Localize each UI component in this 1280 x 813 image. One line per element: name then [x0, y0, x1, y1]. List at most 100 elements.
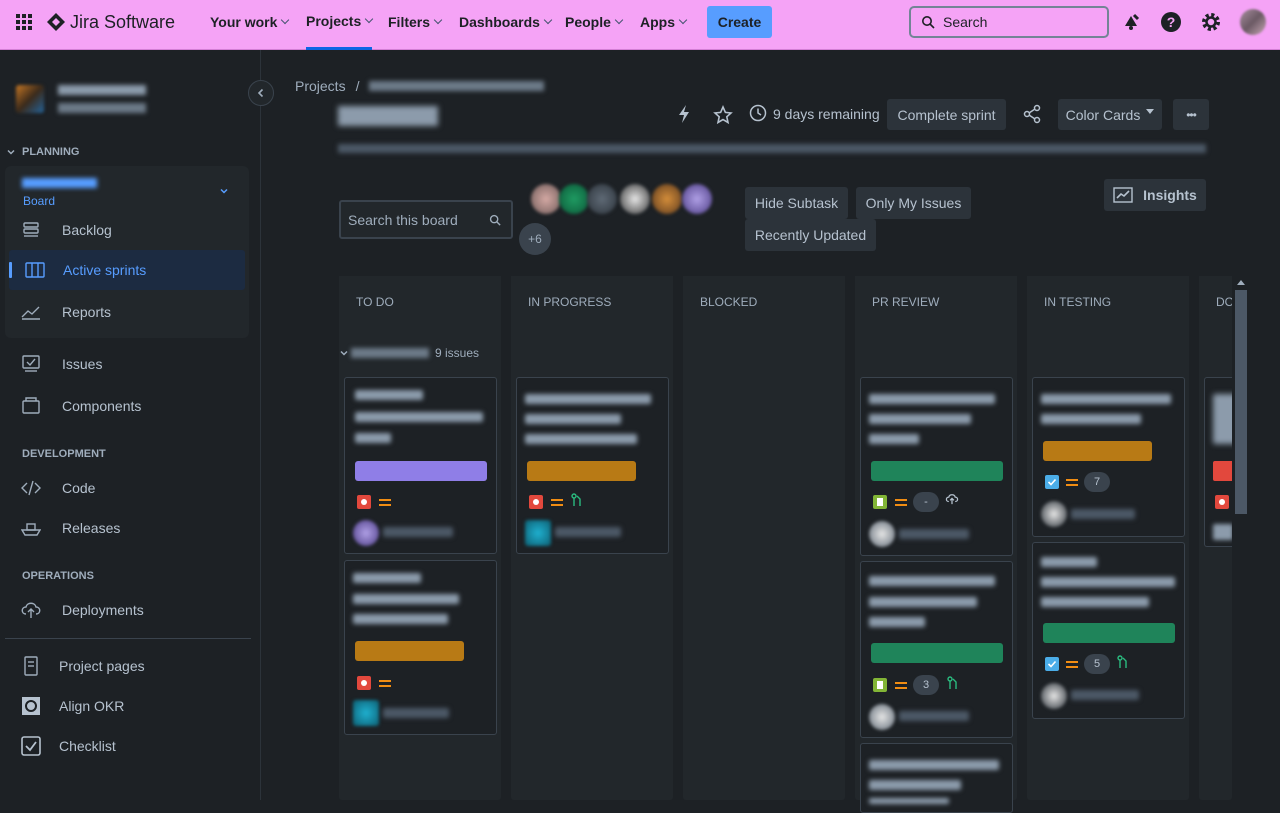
scroll-up-arrow[interactable]: [1237, 280, 1245, 285]
search-box[interactable]: Search: [909, 6, 1109, 38]
issue-card[interactable]: [516, 377, 669, 554]
releases-icon: [20, 520, 42, 536]
page-icon: [20, 656, 42, 676]
sidebar-item-reports[interactable]: Reports: [20, 300, 111, 324]
assignee-avatar[interactable]: [682, 184, 712, 214]
epic-label: [355, 641, 464, 661]
notifications-icon[interactable]: [1121, 12, 1141, 32]
epic-label: [355, 461, 487, 481]
issue-card[interactable]: [860, 743, 1013, 813]
card-title: [869, 760, 999, 770]
sidebar-item-backlog[interactable]: Backlog: [20, 218, 112, 242]
card-title: [1041, 557, 1097, 567]
story-points-badge: 3: [913, 675, 939, 695]
complete-sprint-button[interactable]: Complete sprint: [887, 99, 1006, 130]
nav-filters[interactable]: Filters: [388, 0, 443, 44]
board-search-input[interactable]: Search this board: [339, 200, 513, 239]
card-title: [525, 414, 621, 424]
story-icon: [873, 678, 887, 692]
color-cards-dropdown[interactable]: Color Cards: [1058, 99, 1162, 130]
card-title: [353, 614, 448, 624]
settings-icon[interactable]: [1200, 11, 1222, 33]
backlog-icon: [20, 221, 42, 239]
logo-text: Jira Software: [70, 11, 176, 32]
priority-medium-icon: [551, 499, 563, 506]
nav-apps[interactable]: Apps: [640, 0, 688, 44]
assignee-avatar[interactable]: [620, 184, 650, 214]
issue-card[interactable]: 3: [860, 561, 1013, 738]
chevron-down-icon: [340, 350, 348, 356]
search-placeholder: Search: [943, 14, 988, 30]
sidebar-item-active-sprints[interactable]: Active sprints: [9, 250, 245, 290]
column-header-in-progress: IN PROGRESS: [511, 276, 673, 328]
assignee-avatar[interactable]: [559, 184, 589, 214]
card-title: [525, 434, 637, 444]
assignee-avatar[interactable]: [652, 184, 682, 214]
code-icon: [20, 480, 42, 496]
nav-projects[interactable]: Projects: [306, 0, 374, 50]
nav-people[interactable]: People: [565, 0, 624, 44]
create-button[interactable]: Create: [707, 6, 772, 38]
insights-button[interactable]: Insights: [1104, 179, 1206, 211]
sidebar-item-code[interactable]: Code: [20, 476, 95, 500]
card-title: [1213, 394, 1232, 444]
epic-label: [1213, 461, 1232, 481]
only-my-issues-filter[interactable]: Only My Issues: [856, 187, 971, 219]
sidebar-item-checklist[interactable]: Checklist: [20, 734, 116, 758]
user-avatar[interactable]: [1240, 9, 1266, 35]
star-icon[interactable]: [713, 105, 733, 125]
nav-dashboards[interactable]: Dashboards: [459, 0, 553, 44]
breadcrumb-board[interactable]: [369, 81, 545, 91]
column-header-pr-review: PR REVIEW: [855, 276, 1017, 328]
card-title: [355, 390, 423, 400]
board-label: Board: [23, 194, 56, 208]
breadcrumb-projects[interactable]: Projects: [295, 78, 346, 94]
more-assignees-button[interactable]: +6: [519, 223, 551, 255]
cloud-upload-icon: [20, 601, 42, 619]
board-selector[interactable]: Board: [22, 176, 242, 210]
issue-card[interactable]: [344, 377, 497, 554]
scrollbar-thumb[interactable]: [1235, 290, 1247, 514]
nav-your-work[interactable]: Your work: [210, 0, 290, 44]
recently-updated-filter[interactable]: Recently Updated: [745, 219, 876, 251]
sidebar-item-releases[interactable]: Releases: [20, 516, 120, 540]
sidebar-item-align-okr[interactable]: Align OKR: [20, 694, 124, 718]
sidebar-item-components[interactable]: Components: [20, 394, 141, 418]
issue-card[interactable]: [344, 560, 497, 735]
bug-icon: [357, 676, 371, 690]
insights-icon: [1113, 187, 1133, 203]
card-title: [869, 780, 961, 790]
story-points-badge: -: [913, 492, 939, 512]
automation-icon[interactable]: [676, 104, 692, 124]
priority-medium-icon: [379, 499, 391, 506]
jira-logo[interactable]: Jira Software: [46, 12, 175, 32]
issue-card[interactable]: [1204, 377, 1232, 547]
priority-medium-icon: [1066, 661, 1078, 668]
help-icon[interactable]: ?: [1160, 11, 1182, 33]
assignee-avatar[interactable]: [587, 184, 617, 214]
story-icon: [873, 495, 887, 509]
hide-subtask-filter[interactable]: Hide Subtask: [745, 187, 848, 219]
sidebar-item-issues[interactable]: Issues: [20, 352, 102, 376]
issue-card[interactable]: 7: [1032, 377, 1185, 537]
planning-section-toggle[interactable]: PLANNING: [6, 146, 79, 158]
issue-card[interactable]: 5: [1032, 542, 1185, 719]
assignee-avatar[interactable]: [531, 184, 561, 214]
issue-card[interactable]: -: [860, 377, 1013, 556]
card-title: [355, 433, 391, 443]
card-issue-key: [383, 708, 449, 718]
board-scrollbar[interactable]: [1234, 280, 1248, 800]
more-actions-button[interactable]: •••: [1173, 99, 1209, 130]
app-switcher-icon[interactable]: [16, 14, 32, 30]
share-icon[interactable]: [1022, 104, 1042, 124]
priority-medium-icon: [895, 682, 907, 689]
svg-text:?: ?: [1167, 14, 1176, 30]
sidebar-item-project-pages[interactable]: Project pages: [20, 654, 145, 678]
collapse-sidebar-button[interactable]: [248, 80, 274, 106]
card-title: [1041, 414, 1141, 424]
chevron-left-icon: [257, 88, 264, 98]
sidebar-item-deployments[interactable]: Deployments: [20, 598, 144, 622]
components-icon: [20, 397, 42, 415]
chevron-down-icon: [614, 15, 624, 25]
swimlane-header[interactable]: 9 issues: [339, 346, 479, 360]
